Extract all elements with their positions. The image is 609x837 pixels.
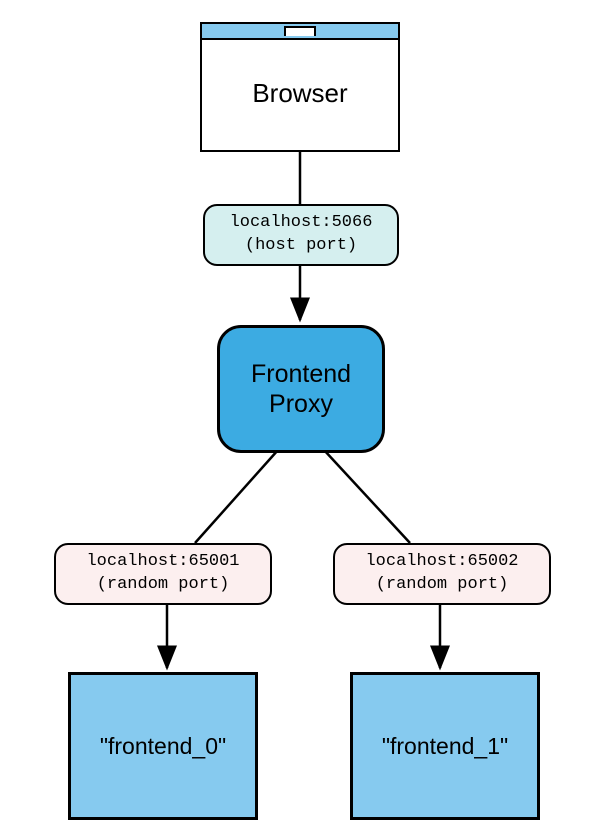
node-frontend-0-label: "frontend_0" [100, 733, 226, 760]
edge-label-hostport-note: (host port) [245, 235, 357, 258]
edge-label-host: localhost:5066 [230, 212, 373, 235]
edge-label-f0-host: localhost:65001 [86, 551, 239, 574]
browser-tab-icon [284, 26, 316, 36]
proxy-label-line2: Proxy [269, 389, 333, 419]
browser-titlebar [202, 24, 398, 40]
edge-label-f1-note: (random port) [376, 574, 509, 597]
node-frontend-1-label: "frontend_1" [382, 733, 508, 760]
node-browser-label: Browser [252, 78, 347, 109]
diagram-canvas: Browser localhost:5066 (host port) Front… [0, 0, 609, 837]
node-frontend-0: "frontend_0" [68, 672, 258, 820]
edge-label-proxy-frontend0: localhost:65001 (random port) [54, 543, 272, 605]
node-browser: Browser [200, 22, 400, 152]
proxy-label-line1: Frontend [251, 359, 351, 389]
node-frontend-proxy: Frontend Proxy [217, 325, 385, 453]
edge-label-proxy-frontend1: localhost:65002 (random port) [333, 543, 551, 605]
edge-label-f1-host: localhost:65002 [365, 551, 518, 574]
edge-label-f0-note: (random port) [97, 574, 230, 597]
edge-label-browser-proxy: localhost:5066 (host port) [203, 204, 399, 266]
node-frontend-1: "frontend_1" [350, 672, 540, 820]
